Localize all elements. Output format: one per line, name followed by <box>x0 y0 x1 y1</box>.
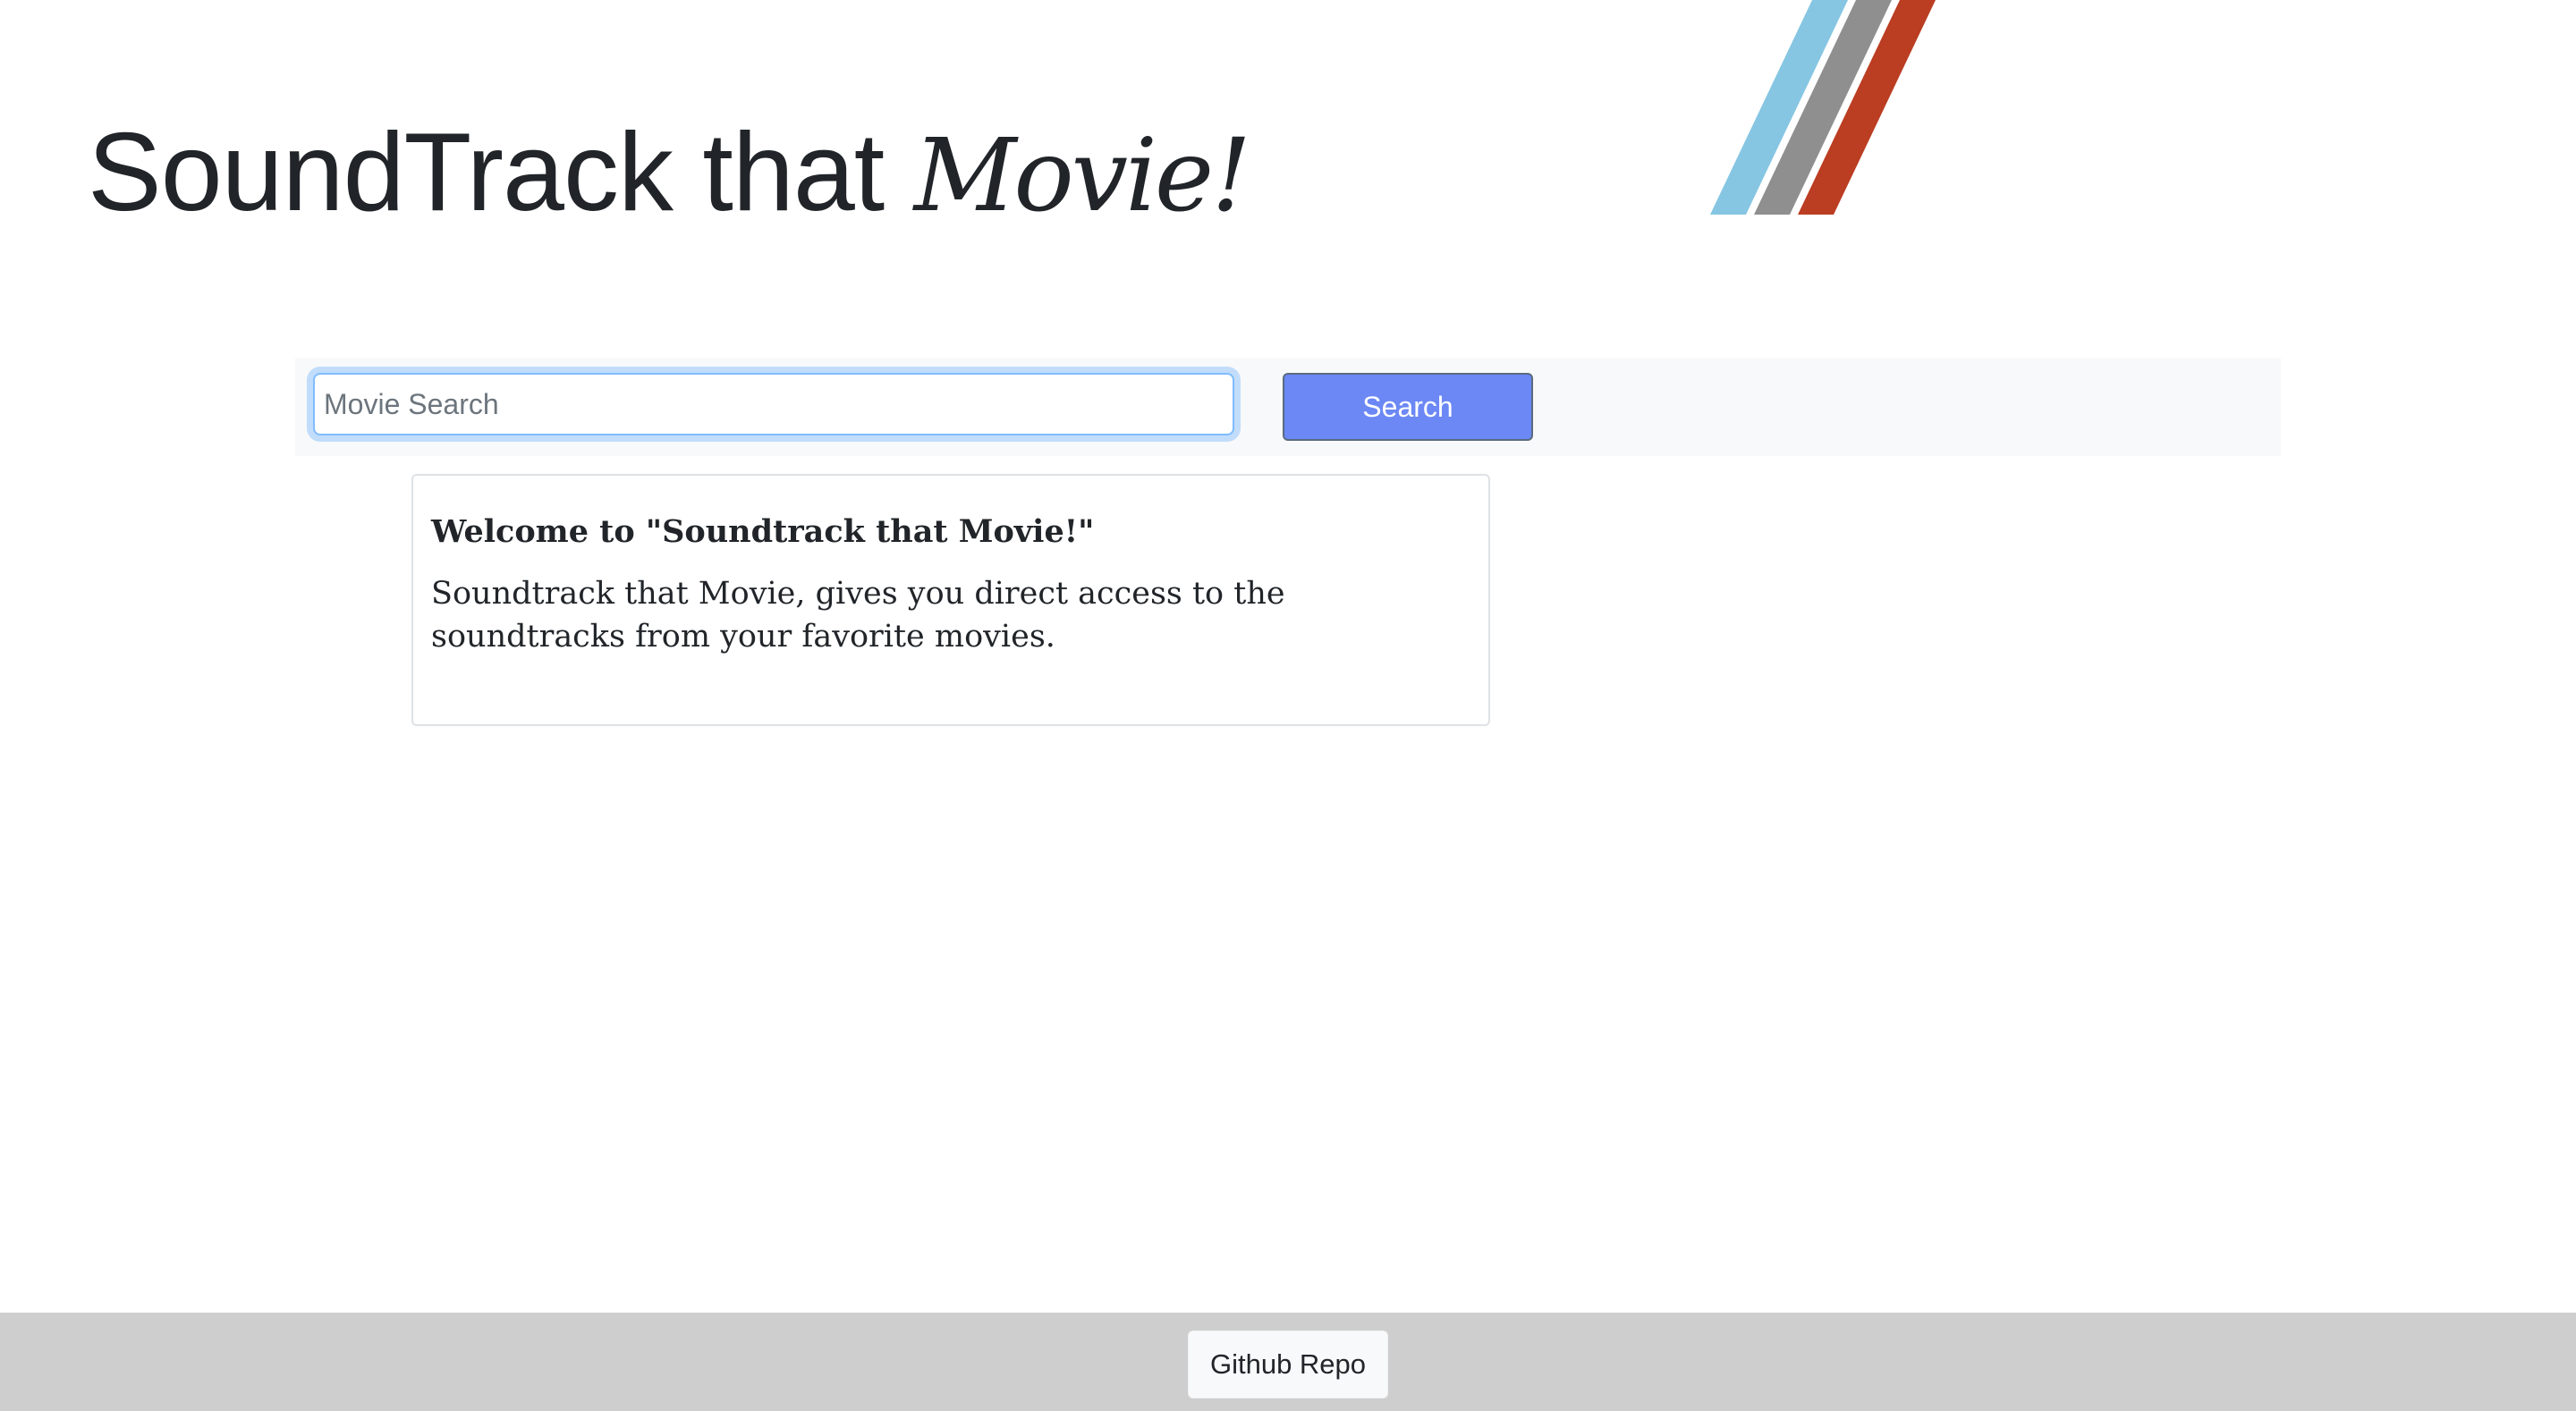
welcome-card-text: Soundtrack that Movie, gives you direct … <box>431 576 1285 655</box>
site-title-main: SoundTrack that <box>88 111 914 234</box>
site-title-accent: Movie! <box>913 118 1251 234</box>
welcome-card: Welcome to "Soundtrack that Movie!" Soun… <box>411 474 1490 726</box>
decorative-stripes-logo <box>1710 0 1936 215</box>
page-header: SoundTrack that Movie! <box>0 0 2576 268</box>
movie-search-input[interactable] <box>313 373 1234 435</box>
search-bar: Search <box>295 358 2281 456</box>
footer: Github Repo <box>0 1313 2576 1411</box>
search-button[interactable]: Search <box>1283 373 1533 441</box>
github-repo-button[interactable]: Github Repo <box>1188 1331 1388 1398</box>
site-title: SoundTrack that Movie! <box>88 106 1251 243</box>
welcome-card-title: Welcome to "Soundtrack that Movie!" <box>431 513 1095 550</box>
